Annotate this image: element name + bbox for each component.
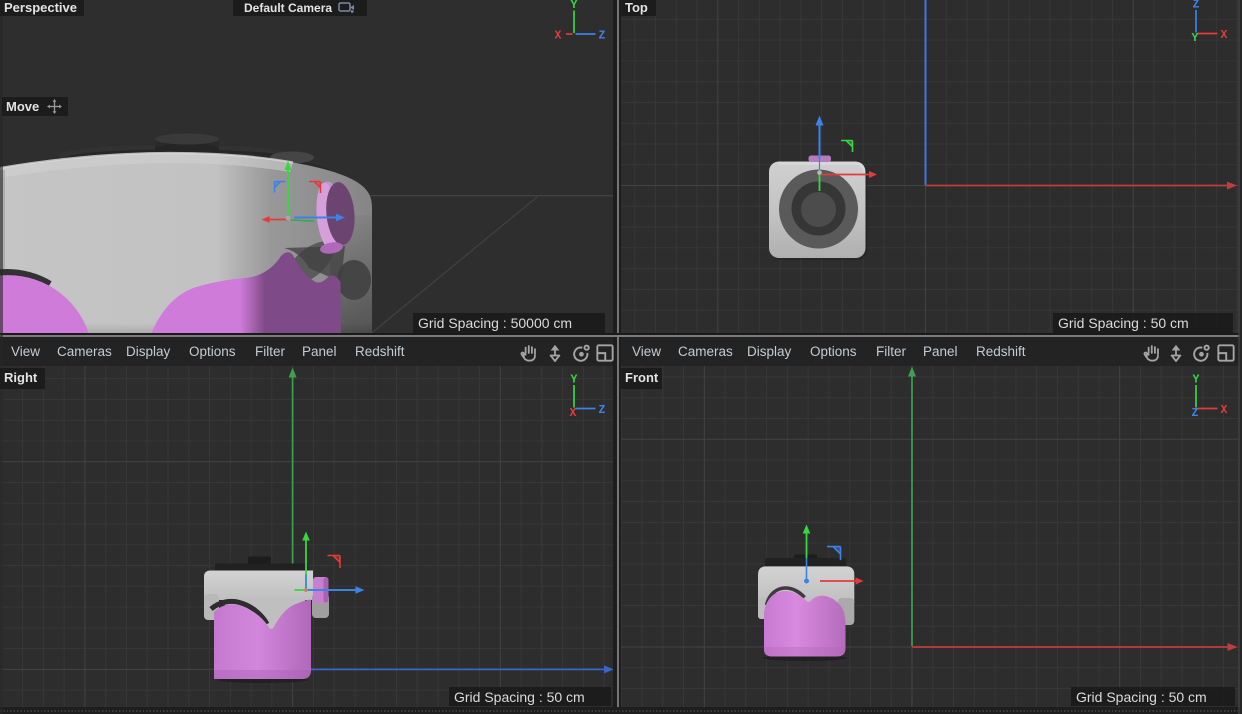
svg-text:X: X — [1221, 29, 1228, 42]
svg-text:Y: Y — [1193, 374, 1200, 387]
svg-text:Y: Y — [571, 374, 578, 387]
svg-text:X: X — [555, 30, 562, 43]
svg-text:Y: Y — [1192, 32, 1199, 45]
svg-text:X: X — [1221, 404, 1228, 417]
svg-text:X: X — [570, 407, 577, 420]
svg-text:Y: Y — [571, 0, 578, 12]
svg-text:Z: Z — [1192, 407, 1199, 420]
svg-text:Z: Z — [599, 30, 606, 43]
svg-text:Z: Z — [599, 404, 606, 417]
svg-text:Z: Z — [1193, 0, 1200, 12]
